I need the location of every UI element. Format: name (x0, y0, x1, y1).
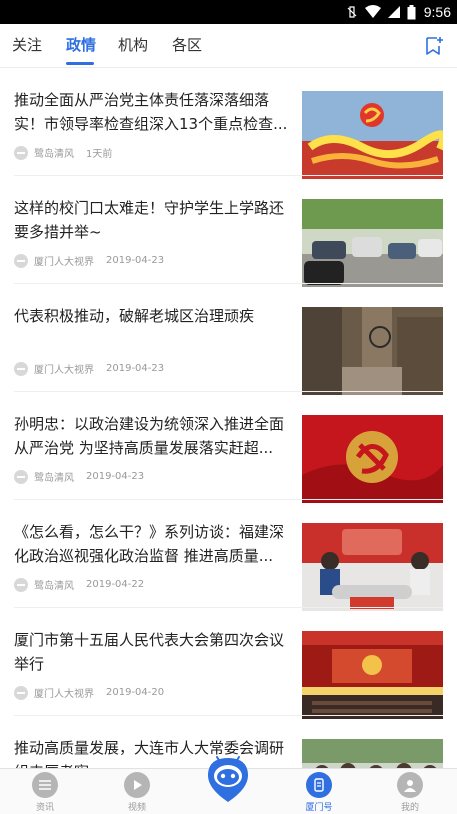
nav-label: 视频 (127, 803, 146, 813)
news-date: 1天前 (86, 149, 113, 160)
news-title: 孙明忠：以政治建设为统领深入推进全面从严治党 为坚持高质量发展落实赶超... (14, 415, 285, 457)
news-date: 2019-04-23 (106, 363, 165, 374)
news-meta: 鹭岛清风 2019-04-22 (14, 577, 144, 592)
news-thumbnail (302, 415, 443, 503)
news-item[interactable]: 孙明忠：以政治建设为统领深入推进全面从严治党 为坚持高质量发展落实赶超... 鹭… (0, 392, 457, 503)
news-source: 鹭岛清风 (34, 581, 74, 592)
news-source: 鹭岛清风 (34, 473, 74, 484)
channel-tabs: 关注 政情 机构 各区 (0, 24, 457, 68)
subscribe-edit-button[interactable] (423, 35, 445, 57)
tab-politics[interactable]: 政情 (66, 34, 96, 56)
source-avatar-icon (14, 361, 28, 376)
news-title: 《怎么看，怎么干？》系列访谈：福建深化政治巡视强化政治监督 推进高质量... (14, 523, 285, 565)
status-bar: 9:56 (0, 0, 457, 24)
nav-video[interactable]: 视频 (107, 772, 167, 813)
news-item[interactable]: 《怎么看，怎么干？》系列访谈：福建深化政治巡视强化政治监督 推进高质量... 鹭… (0, 500, 457, 611)
news-date: 2019-04-22 (86, 579, 145, 590)
news-title: 厦门市第十五届人民代表大会第四次会议举行 (14, 631, 285, 673)
active-tab-indicator (66, 62, 94, 65)
news-item[interactable]: 推动全面从严治党主体责任落深落细落实！市领导率检查组深入13个重点检查... 鹭… (0, 68, 457, 179)
nav-label: 厦门号 (305, 803, 333, 813)
news-thumbnail (302, 739, 443, 768)
news-item[interactable]: 这样的校门口太难走！守护学生上学路还要多措并举~ 厦门人大视界 2019-04-… (0, 176, 457, 287)
news-thumbnail (302, 523, 443, 611)
news-meta: 鹭岛清风 1天前 (14, 145, 112, 160)
source-avatar-icon (14, 253, 28, 268)
tab-institutions[interactable]: 机构 (118, 34, 148, 56)
battery-icon (407, 4, 416, 20)
tab-districts[interactable]: 各区 (172, 34, 202, 56)
center-mascot-button[interactable] (205, 754, 251, 804)
news-source: 厦门人大视界 (34, 257, 94, 268)
vibrate-off-icon (345, 5, 359, 19)
news-thumbnail (302, 199, 443, 287)
news-source: 鹭岛清风 (34, 149, 74, 160)
source-avatar-icon (14, 685, 28, 700)
tab-follow[interactable]: 关注 (12, 34, 42, 56)
nav-profile[interactable]: 我的 (380, 772, 440, 813)
news-list-icon (32, 772, 58, 798)
news-source: 厦门人大视界 (34, 689, 94, 700)
news-item[interactable]: 代表积极推动，破解老城区治理顽疾 厦门人大视界 2019-04-23 (0, 284, 457, 395)
source-avatar-icon (14, 577, 28, 592)
news-title: 推动全面从严治党主体责任落深落细落实！市领导率检查组深入13个重点检查... (14, 91, 288, 133)
nav-xiamen-account[interactable]: 厦门号 (289, 772, 349, 813)
news-item[interactable]: 厦门市第十五届人民代表大会第四次会议举行 厦门人大视界 2019-04-20 (0, 608, 457, 719)
play-icon (124, 772, 150, 798)
bookmark-add-icon (426, 37, 443, 55)
mascot-icon (207, 756, 249, 802)
news-date: 2019-04-20 (106, 687, 165, 698)
news-title: 这样的校门口太难走！守护学生上学路还要多措并举~ (14, 199, 285, 241)
source-avatar-icon (14, 145, 28, 160)
news-date: 2019-04-23 (106, 255, 165, 266)
user-icon (397, 772, 423, 798)
news-thumbnail (302, 91, 443, 179)
nav-label: 资讯 (35, 803, 54, 813)
news-meta: 厦门人大视界 2019-04-20 (14, 685, 164, 700)
signal-icon (387, 5, 401, 19)
news-date: 2019-04-23 (86, 471, 145, 482)
status-time: 9:56 (423, 4, 451, 20)
news-title: 代表积极推动，破解老城区治理顽疾 (14, 307, 255, 325)
nav-label: 我的 (400, 803, 419, 813)
wifi-icon (364, 5, 381, 19)
news-feed[interactable]: 推动全面从严治党主体责任落深落细落实！市领导率检查组深入13个重点检查... 鹭… (0, 68, 457, 768)
account-icon (306, 772, 332, 798)
nav-news[interactable]: 资讯 (15, 772, 75, 813)
news-thumbnail (302, 631, 443, 719)
news-thumbnail (302, 307, 443, 395)
news-meta: 厦门人大视界 2019-04-23 (14, 253, 164, 268)
news-meta: 厦门人大视界 2019-04-23 (14, 361, 164, 376)
news-meta: 鹭岛清风 2019-04-23 (14, 469, 144, 484)
news-source: 厦门人大视界 (34, 365, 94, 376)
source-avatar-icon (14, 469, 28, 484)
